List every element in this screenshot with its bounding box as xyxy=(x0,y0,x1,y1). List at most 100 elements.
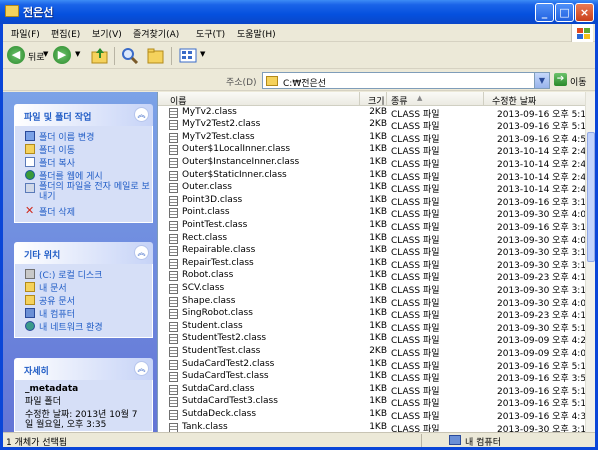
views-dropdown-icon[interactable]: ▼ xyxy=(200,50,205,58)
place-network[interactable]: 내 네트워크 환경 xyxy=(25,320,152,333)
place-local-disk[interactable]: (C:) 로컬 디스크 xyxy=(25,268,152,281)
vertical-scrollbar[interactable] xyxy=(585,92,595,432)
column-header-size[interactable]: 크기 xyxy=(360,92,387,107)
forward-arrow-icon[interactable]: ▶ xyxy=(53,46,71,64)
minimize-button[interactable]: _ xyxy=(535,3,554,22)
go-button[interactable]: 이동 xyxy=(570,75,587,88)
forward-dropdown-icon[interactable]: ▼ xyxy=(75,50,80,58)
menu-tools[interactable]: 도구(T) xyxy=(196,27,225,40)
close-button[interactable]: × xyxy=(575,3,594,22)
web-publish-icon xyxy=(25,170,35,180)
task-move-folder[interactable]: 폴더 이동 xyxy=(25,143,152,156)
task-email-files[interactable]: 폴더의 파일을 전자 메일로 보내기 xyxy=(25,182,152,204)
task-delete-folder[interactable]: ✕ 폴더 삭제 xyxy=(25,205,152,218)
place-shared-documents[interactable]: 공유 문서 xyxy=(25,294,152,307)
file-name: MyTv2Test2.class xyxy=(182,119,261,130)
file-row[interactable]: SudaCardTest.class 1KB CLASS 파일 2013-09-16 … xyxy=(158,371,588,384)
search-icon[interactable] xyxy=(121,47,139,65)
file-modified: 2013-09-23 오후 4:1 xyxy=(497,273,587,284)
folder-icon xyxy=(266,76,278,86)
file-size: 1KB xyxy=(369,308,387,319)
up-folder-icon[interactable] xyxy=(91,47,109,64)
task-publish-web[interactable]: 폴더를 웹에 게시 xyxy=(25,169,152,182)
file-row[interactable]: StudentTest2.class 1KB CLASS 파일 2013-09-09 … xyxy=(158,333,588,346)
place-label: (C:) 로컬 디스크 xyxy=(39,271,103,281)
file-row[interactable]: Outer$StaticInner.class 1KB CLASS 파일 2013-1… xyxy=(158,170,588,183)
collapse-chevron-icon[interactable]: ︽ xyxy=(134,361,149,376)
file-row[interactable]: SingRobot.class 1KB CLASS 파일 2013-09-23 오후 … xyxy=(158,308,588,321)
file-name: Outer.class xyxy=(182,182,232,193)
task-rename-folder[interactable]: 폴더 이름 변경 xyxy=(25,130,152,143)
file-row[interactable]: MyTv2.class 2KB CLASS 파일 2013-09-16 오후 5:1 xyxy=(158,107,588,120)
task-copy-folder[interactable]: 폴더 복사 xyxy=(25,156,152,169)
file-modified: 2013-09-30 오후 3:1 xyxy=(497,248,587,259)
file-row[interactable]: MyTv2Test.class 1KB CLASS 파일 2013-09-16 오후 … xyxy=(158,132,588,145)
file-row[interactable]: Rect.class 1KB CLASS 파일 2013-09-30 오후 4:0 xyxy=(158,233,588,246)
file-type: CLASS 파일 xyxy=(391,185,440,196)
chevron-down-icon[interactable]: ▼ xyxy=(534,73,549,88)
class-file-icon xyxy=(169,132,178,143)
file-name: Robot.class xyxy=(182,270,234,281)
back-dropdown-icon[interactable]: ▼ xyxy=(43,50,48,58)
collapse-chevron-icon[interactable]: ︽ xyxy=(134,107,149,122)
detail-item-name: _metadata xyxy=(25,384,79,394)
file-name: MyTv2.class xyxy=(182,106,237,117)
collapse-chevron-icon[interactable]: ︽ xyxy=(134,245,149,260)
title-bar[interactable]: 전은선 _ □ × xyxy=(0,0,598,24)
file-size: 1KB xyxy=(369,270,387,281)
details-header[interactable]: 자세히 ︽ xyxy=(14,358,153,380)
file-type: CLASS 파일 xyxy=(391,109,440,120)
file-name: SutdaCard.class xyxy=(182,383,255,394)
my-computer-icon xyxy=(449,435,461,445)
address-value[interactable]: C:₩전은선 xyxy=(283,76,326,89)
file-row[interactable]: Shape.class 1KB CLASS 파일 2013-09-30 오후 4:0 xyxy=(158,296,588,309)
file-row[interactable]: SCV.class 1KB CLASS 파일 2013-09-30 오후 3:1 xyxy=(158,283,588,296)
menu-view[interactable]: 보기(V) xyxy=(92,27,122,40)
place-my-documents[interactable]: 내 문서 xyxy=(25,281,152,294)
go-arrow-icon[interactable]: ➔ xyxy=(554,73,567,86)
file-row[interactable]: SutdaCardTest3.class 1KB CLASS 파일 2013-09-1… xyxy=(158,396,588,409)
other-places-panel: 기타 위치 ︽ (C:) 로컬 디스크 내 문서 공유 문서 내 컴퓨터 내 네… xyxy=(14,242,153,338)
file-modified: 2013-09-16 오후 4:3 xyxy=(497,411,587,422)
file-row[interactable]: SutdaCard.class 1KB CLASS 파일 2013-09-16 오후 … xyxy=(158,384,588,397)
file-type: CLASS 파일 xyxy=(391,285,440,296)
place-my-computer[interactable]: 내 컴퓨터 xyxy=(25,307,152,320)
menu-edit[interactable]: 편집(E) xyxy=(51,27,80,40)
scrollbar-thumb[interactable] xyxy=(587,132,595,262)
class-file-icon xyxy=(169,321,178,332)
explorer-window: 전은선 _ □ × 파일(F) 편집(E) 보기(V) 즐겨찾기(A) 도구(T… xyxy=(0,0,598,450)
my-computer-icon xyxy=(25,308,35,318)
file-row[interactable]: Student.class 1KB CLASS 파일 2013-09-30 오후 5:… xyxy=(158,321,588,334)
views-icon[interactable] xyxy=(179,47,197,64)
other-places-header[interactable]: 기타 위치 ︽ xyxy=(14,242,153,264)
file-row[interactable]: Repairable.class 1KB CLASS 파일 2013-09-30 오후… xyxy=(158,245,588,258)
file-row[interactable]: Point.class 1KB CLASS 파일 2013-09-30 오후 4:0 xyxy=(158,207,588,220)
menu-favorites[interactable]: 즐겨찾기(A) xyxy=(133,27,179,40)
class-file-icon xyxy=(169,409,178,420)
file-row[interactable]: Robot.class 1KB CLASS 파일 2013-09-23 오후 4:1 xyxy=(158,270,588,283)
file-row[interactable]: StudentTest.class 2KB CLASS 파일 2013-09-09 오… xyxy=(158,346,588,359)
file-row[interactable]: SudaCardTest2.class 1KB CLASS 파일 2013-09-16… xyxy=(158,359,588,372)
menu-file[interactable]: 파일(F) xyxy=(11,27,40,40)
file-row[interactable]: Point3D.class 1KB CLASS 파일 2013-09-16 오후 3:… xyxy=(158,195,588,208)
column-header-name[interactable]: 이름 xyxy=(158,92,360,107)
column-header-type[interactable]: 종류 ▲ xyxy=(387,92,484,107)
file-row[interactable]: PointTest.class 1KB CLASS 파일 2013-09-16 오후 … xyxy=(158,220,588,233)
file-row[interactable]: MyTv2Test2.class 2KB CLASS 파일 2013-09-16 오후… xyxy=(158,119,588,132)
menu-help[interactable]: 도움말(H) xyxy=(237,27,276,40)
file-row[interactable]: RepairTest.class 1KB CLASS 파일 2013-09-30 오후… xyxy=(158,258,588,271)
maximize-button[interactable]: □ xyxy=(555,3,574,22)
column-header-modified[interactable]: 수정한 날짜 xyxy=(484,92,586,107)
file-row[interactable]: Outer$1LocalInner.class 1KB CLASS 파일 2013-1… xyxy=(158,144,588,157)
move-icon xyxy=(25,144,35,154)
status-selection: 1 개체가 선택됨 xyxy=(6,438,68,448)
file-folder-tasks-header[interactable]: 파일 및 폴더 작업 ︽ xyxy=(14,104,153,126)
file-row[interactable]: SutdaDeck.class 1KB CLASS 파일 2013-09-16 오후 … xyxy=(158,409,588,422)
file-row[interactable]: Outer.class 1KB CLASS 파일 2013-10-14 오후 2:4 xyxy=(158,182,588,195)
back-arrow-icon[interactable]: ◀ xyxy=(7,46,25,64)
file-name: Rect.class xyxy=(182,232,228,243)
address-input[interactable]: C:₩전은선 ▼ xyxy=(262,72,550,89)
file-row[interactable]: Outer$InstanceInner.class 1KB CLASS 파일 2013… xyxy=(158,157,588,170)
network-icon xyxy=(25,321,35,331)
folders-icon[interactable] xyxy=(147,47,165,64)
